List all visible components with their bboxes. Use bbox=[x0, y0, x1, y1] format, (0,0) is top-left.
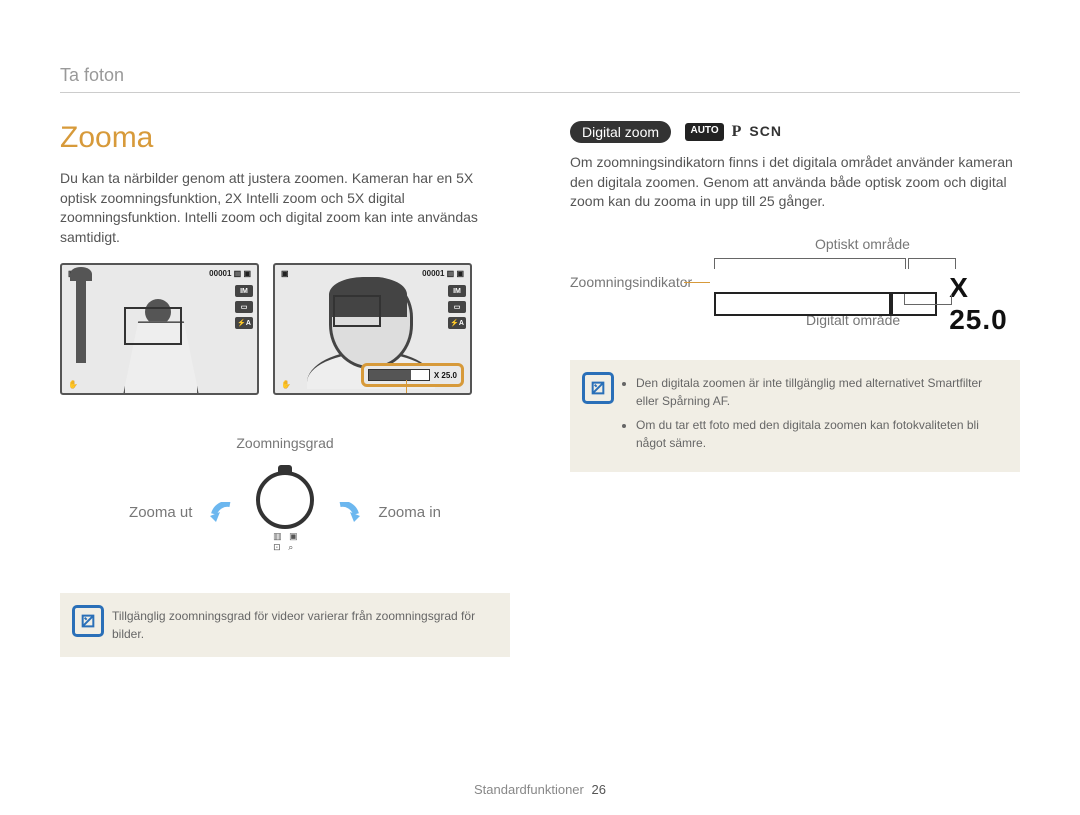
lcd-counter: 00001 bbox=[209, 269, 231, 278]
callout-leader-line bbox=[406, 380, 407, 395]
left-column: Zooma Du kan ta närbilder genom att just… bbox=[60, 121, 510, 657]
example-screens: ▣ 00001 ▥ ▣ IM ▭ ⚡A ✋ bbox=[60, 263, 510, 395]
resolution-icon: IM bbox=[235, 285, 253, 297]
lcd-preview-wide: ▣ 00001 ▥ ▣ IM ▭ ⚡A ✋ bbox=[60, 263, 259, 395]
digital-zoom-body: Om zoomningsindikatorn finns i det digit… bbox=[570, 153, 1020, 212]
focus-frame bbox=[333, 295, 381, 327]
header-title: Ta foton bbox=[60, 65, 124, 85]
quality-icon: ▭ bbox=[448, 301, 466, 313]
caption-zoomningsgrad: Zoomningsgrad bbox=[60, 435, 510, 451]
note-box-left: Tillgänglig zoomningsgrad för videor var… bbox=[60, 593, 510, 657]
label-zoom-in: Zooma in bbox=[378, 504, 441, 521]
page-footer: Standardfunktioner 26 bbox=[0, 782, 1080, 797]
note-list-right: Den digitala zoomen är inte tillgänglig … bbox=[622, 374, 1004, 452]
stabilizer-icon: ✋ bbox=[281, 380, 291, 389]
subsection-header: Digital zoom AUTO P SCN bbox=[570, 121, 1020, 143]
footer-page-number: 26 bbox=[592, 782, 606, 797]
note-item: Om du tar ett foto med den digitala zoom… bbox=[636, 416, 1004, 452]
lcd-preview-zoomed: ▣ 00001 ▥ ▣ IM ▭ ⚡A ✋ bbox=[273, 263, 472, 395]
footer-section: Standardfunktioner bbox=[474, 782, 584, 797]
label-zoom-indicator: Zoomningsindikator bbox=[570, 274, 692, 290]
sd-card-icon: ▥ ▣ bbox=[234, 269, 251, 278]
digital-zoom-pill: Digital zoom bbox=[570, 121, 671, 143]
arrow-right-icon bbox=[332, 502, 360, 522]
mode-icons: AUTO P SCN bbox=[685, 123, 782, 141]
sd-card-icon: ▥ ▣ bbox=[447, 269, 464, 278]
arrow-left-icon bbox=[210, 502, 238, 522]
zoom-max-value: X 25.0 bbox=[949, 272, 1028, 336]
quality-icon: ▭ bbox=[235, 301, 253, 313]
note-icon bbox=[72, 605, 104, 637]
label-optical-range: Optiskt område bbox=[815, 236, 910, 252]
note-item: Den digitala zoomen är inte tillgänglig … bbox=[636, 374, 1004, 410]
leader-line bbox=[684, 282, 710, 283]
zoom-bar bbox=[368, 369, 430, 381]
bracket-top bbox=[714, 258, 956, 269]
zoom-value: X 25.0 bbox=[434, 371, 457, 380]
focus-frame bbox=[124, 307, 182, 345]
right-column: Digital zoom AUTO P SCN Om zoomningsindi… bbox=[570, 121, 1020, 657]
content-columns: Zooma Du kan ta närbilder genom att just… bbox=[60, 121, 1020, 657]
note-icon bbox=[582, 372, 614, 404]
label-zoom-out: Zooma ut bbox=[129, 504, 192, 521]
camera-mode-icon: ▣ bbox=[281, 269, 289, 278]
note-text-left: Tillgänglig zoomningsgrad för videor var… bbox=[112, 609, 475, 641]
mode-scn-icon: SCN bbox=[749, 123, 782, 141]
section-heading-zooma: Zooma bbox=[60, 121, 510, 155]
stabilizer-icon: ✋ bbox=[68, 380, 78, 389]
bracket-bottom bbox=[714, 294, 952, 305]
resolution-icon: IM bbox=[448, 285, 466, 297]
zooma-body-text: Du kan ta närbilder genom att justera zo… bbox=[60, 169, 510, 247]
lcd-right-icons: IM ▭ ⚡A bbox=[235, 285, 253, 329]
zoom-dial-icon bbox=[256, 471, 314, 529]
flash-icon: ⚡A bbox=[235, 317, 253, 329]
dial-indicator-icons: ▥ ▣⊡ ⌕ bbox=[273, 531, 298, 553]
lcd-top-icons: ▣ 00001 ▥ ▣ bbox=[68, 269, 251, 278]
note-box-right: Den digitala zoomen är inte tillgänglig … bbox=[570, 360, 1020, 472]
zoom-level-callout: X 25.0 bbox=[361, 363, 464, 387]
mode-p-icon: P bbox=[732, 123, 742, 141]
scene-lamp bbox=[76, 275, 86, 363]
lcd-right-icons: IM ▭ ⚡A bbox=[448, 285, 466, 329]
zoom-range-diagram: Optiskt område Zoomningsindikator Digita… bbox=[570, 236, 1020, 332]
flash-icon: ⚡A bbox=[448, 317, 466, 329]
mode-auto-icon: AUTO bbox=[685, 123, 723, 141]
lcd-counter: 00001 bbox=[422, 269, 444, 278]
page-header: Ta foton bbox=[60, 65, 1020, 93]
zoom-control-diagram: Zooma ut ▥ ▣⊡ ⌕ Zooma in bbox=[60, 471, 510, 553]
